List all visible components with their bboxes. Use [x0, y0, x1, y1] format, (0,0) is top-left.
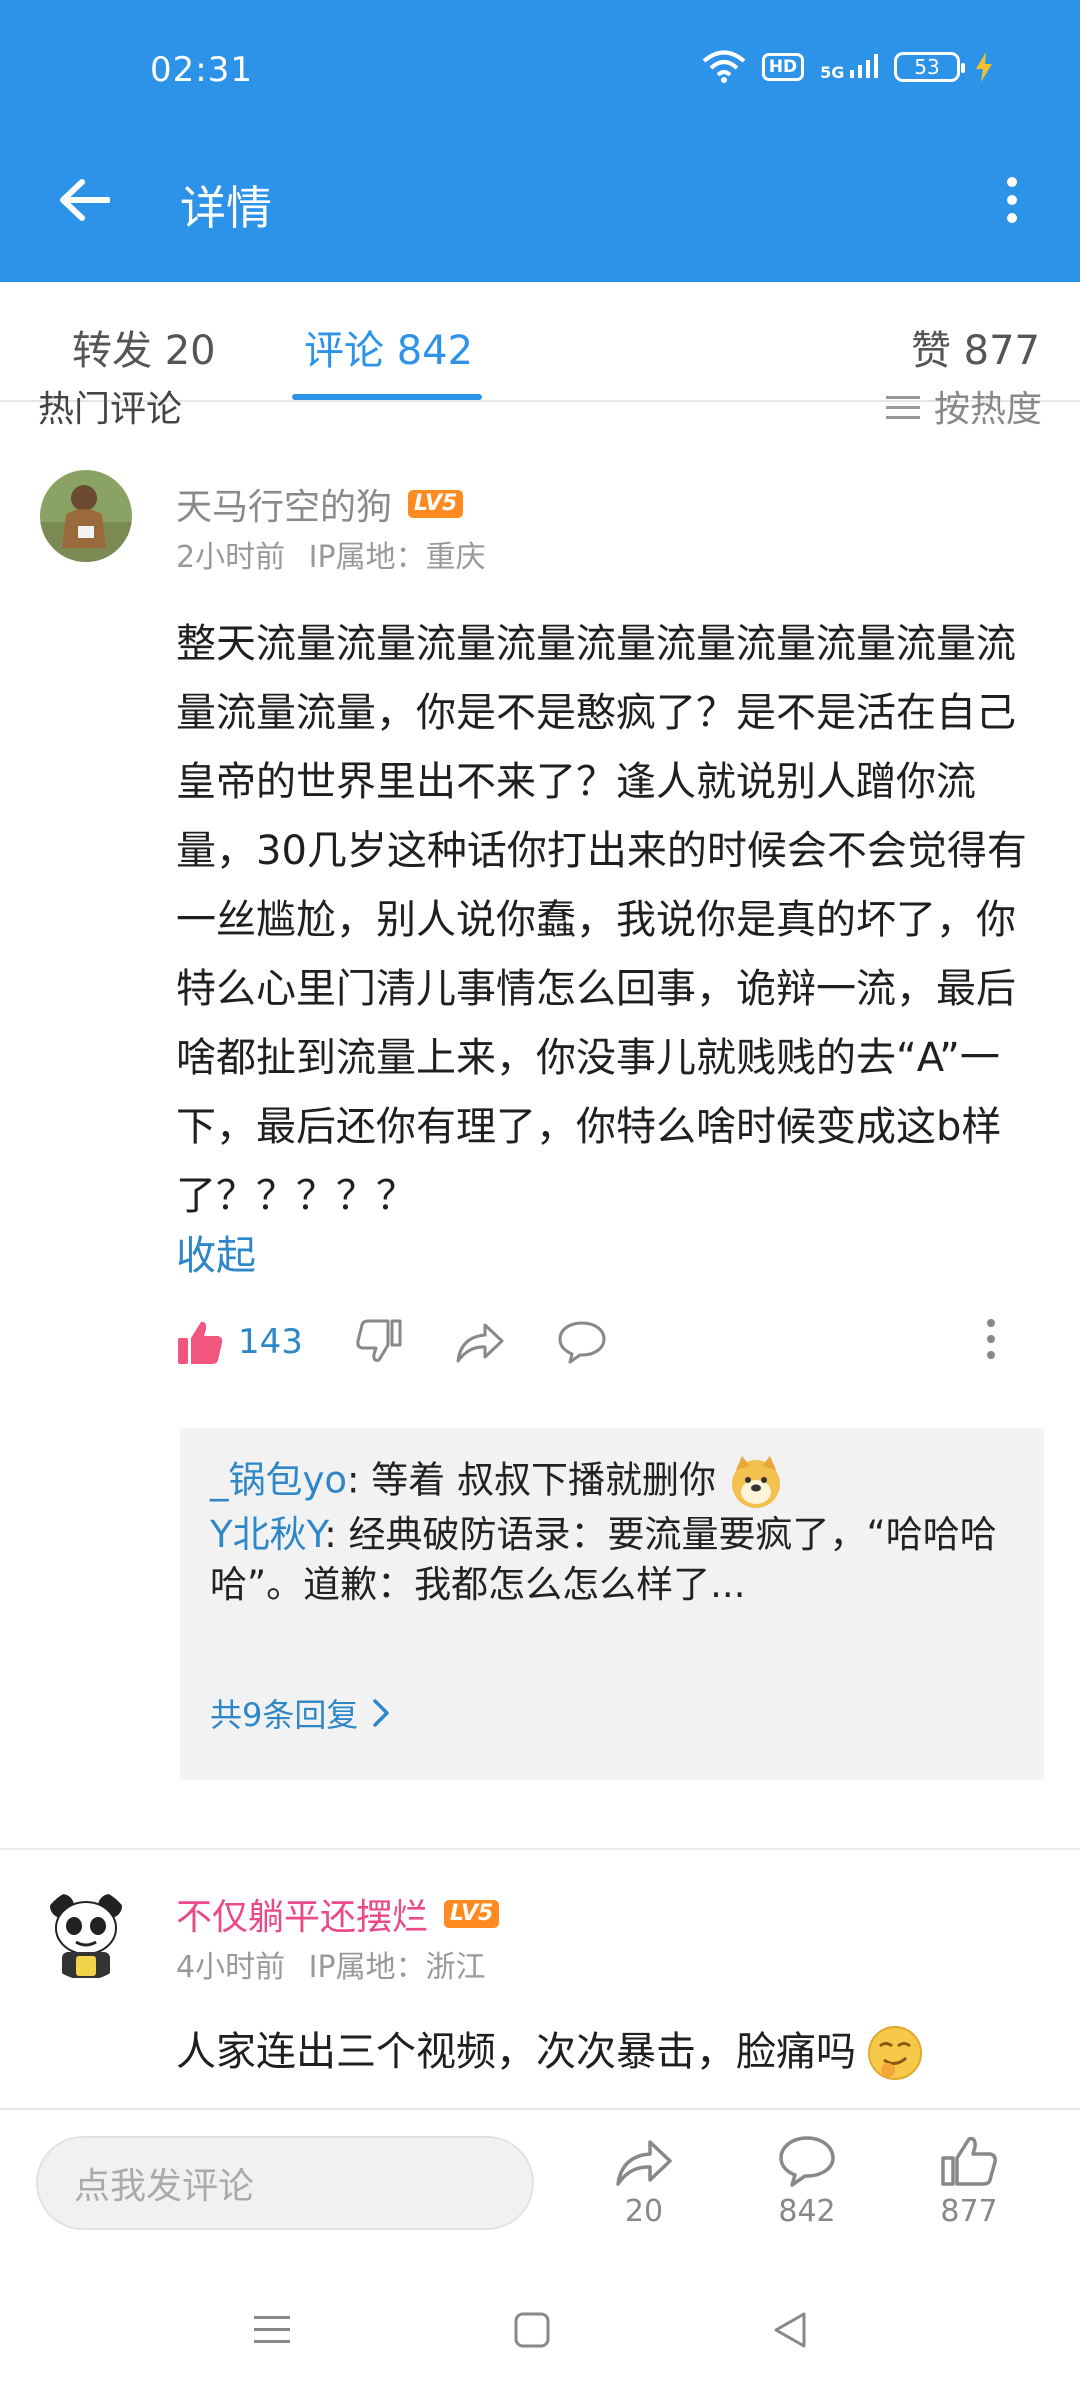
- level-badge: LV5: [444, 1900, 500, 1928]
- more-vertical-icon: [1007, 177, 1017, 223]
- nav-back-button[interactable]: [760, 2302, 820, 2358]
- comment-time: 4小时前: [176, 1950, 286, 1985]
- comment-body: 整天流量流量流量流量流量流量流量流量流量流量流量流量，你是不是憨疯了？是不是活在…: [176, 621, 1027, 1219]
- hot-comments-title: 热门评论: [38, 389, 183, 430]
- system-nav-bar: [0, 2258, 1080, 2400]
- tab-forward[interactable]: 转发 20: [72, 318, 216, 376]
- comment-meta: 2小时前 IP属地：重庆: [176, 532, 486, 576]
- smirk-emoji-icon: [868, 2025, 922, 2080]
- menu-icon: [254, 2316, 290, 2343]
- more-options-button[interactable]: [992, 168, 1032, 232]
- reply-text: : 等着 叔叔下播就删你: [347, 1458, 717, 1502]
- comment-more-button[interactable]: [986, 1318, 996, 1364]
- tab-comments[interactable]: 评论 842: [304, 318, 473, 376]
- level-badge: LV5: [408, 490, 464, 518]
- comment-count: 842: [778, 2194, 836, 2229]
- like-post-count: 877: [940, 2194, 998, 2229]
- sort-toggle[interactable]: 按热度: [885, 380, 1042, 432]
- like-button[interactable]: 143: [176, 1318, 303, 1366]
- avatar[interactable]: [40, 470, 132, 562]
- reply-username[interactable]: Y北秋Y: [210, 1513, 324, 1556]
- avatar-image: [40, 470, 132, 562]
- dislike-button[interactable]: [355, 1318, 403, 1366]
- reply-username[interactable]: _锅包yo: [210, 1459, 347, 1502]
- hd-badge: HD: [761, 53, 805, 81]
- share-icon: [456, 1323, 504, 1363]
- more-vertical-icon: [987, 1319, 995, 1359]
- battery-level: 53: [914, 55, 940, 79]
- avatar-image: [50, 1894, 122, 1978]
- sort-icon: [885, 396, 920, 419]
- bottom-action-bar: 点我发评论 20 842 877: [0, 2108, 1080, 2258]
- comment-divider: [0, 1848, 1080, 1850]
- nav-home-button[interactable]: [502, 2302, 562, 2358]
- comment-username-row: 天马行空的狗 LV5: [176, 478, 464, 530]
- comment-username-row: 不仅躺平还摆烂 LV5: [176, 1888, 500, 1940]
- comment-text: 人家连出三个视频，次次暴击，脸痛吗: [176, 2029, 856, 2075]
- reply-total: 共9条回复: [210, 1696, 359, 1734]
- nav-menu-button[interactable]: [242, 2302, 302, 2358]
- comment-meta: 4小时前 IP属地：浙江: [176, 1942, 486, 1986]
- network-type: 5G: [820, 62, 845, 82]
- comment-actions: 143: [176, 1312, 996, 1372]
- reply-text: : 经典破防语录：要流量要疯了，“哈哈哈哈”。道歉：我都怎么怎么样了...: [210, 1513, 997, 1606]
- comment-input-placeholder: 点我发评论: [74, 2166, 255, 2207]
- thumbs-down-icon: [356, 1319, 402, 1362]
- page-title: 详情: [180, 181, 272, 235]
- sort-label: 按热度: [933, 389, 1042, 430]
- collapse-link[interactable]: 收起: [176, 1223, 256, 1281]
- view-all-replies-link[interactable]: 共9条回复: [210, 1690, 390, 1736]
- app-bar: 02:31 HD 5G 53 详情: [0, 0, 1080, 282]
- reply-preview-box[interactable]: _锅包yo: 等着 叔叔下播就删你 Y北秋Y: 经典破防语录：要流量要疯了，“哈…: [180, 1428, 1044, 1780]
- comment-input[interactable]: 点我发评论: [36, 2136, 534, 2230]
- doge-emoji-icon: [731, 1456, 780, 1508]
- comment-button[interactable]: 842: [757, 2134, 857, 2229]
- comment-username[interactable]: 天马行空的狗: [176, 478, 392, 530]
- reply-button[interactable]: [557, 1319, 607, 1365]
- back-button[interactable]: [52, 168, 116, 232]
- signal-indicator: 5G: [820, 53, 878, 82]
- forward-count: 20: [624, 2194, 664, 2229]
- status-icons: HD 5G 53: [702, 50, 992, 84]
- tab-likes[interactable]: 赞 877: [911, 318, 1040, 376]
- comment-bubble-icon: [558, 1321, 606, 1364]
- comment-username[interactable]: 不仅躺平还摆烂: [176, 1888, 428, 1940]
- comment-item: 不仅躺平还摆烂 LV5 4小时前 IP属地：浙江 人家连出三个视频，次次暴击，脸…: [0, 1888, 1080, 2108]
- share-icon: [616, 2140, 672, 2186]
- comment-ip: IP属地：重庆: [308, 540, 486, 575]
- avatar[interactable]: [40, 1888, 132, 1980]
- charging-icon: [976, 52, 992, 82]
- wifi-icon: [702, 50, 746, 83]
- comment-bubble-icon: [779, 2136, 835, 2187]
- comment-ip: IP属地：浙江: [308, 1950, 486, 1985]
- comment-time: 2小时前: [176, 540, 286, 575]
- back-triangle-icon: [774, 2312, 806, 2348]
- comment-item: 天马行空的狗 LV5 2小时前 IP属地：重庆 整天流量流量流量流量流量流量流量…: [0, 470, 1080, 1780]
- like-count: 143: [238, 1322, 303, 1362]
- back-arrow-icon: [60, 179, 110, 221]
- home-square-icon: [514, 2312, 550, 2348]
- comment-body: 人家连出三个视频，次次暴击，脸痛吗: [176, 2018, 1036, 2087]
- thumbs-up-icon: [178, 1321, 223, 1364]
- like-post-button[interactable]: 877: [919, 2134, 1019, 2229]
- battery-indicator: 53: [894, 52, 965, 82]
- share-button[interactable]: [455, 1319, 505, 1365]
- chevron-right-icon: [373, 1699, 390, 1727]
- thumbs-up-icon: [941, 2136, 997, 2186]
- reply-item: Y北秋Y: 经典破防语录：要流量要疯了，“哈哈哈哈”。道歉：我都怎么怎么样了..…: [210, 1510, 1030, 1612]
- section-header: 热门评论 按热度: [38, 378, 1042, 434]
- forward-button[interactable]: 20: [594, 2134, 694, 2229]
- signal-icon: [850, 53, 878, 78]
- status-time: 02:31: [150, 50, 253, 90]
- reply-item: _锅包yo: 等着 叔叔下播就删你: [210, 1454, 1030, 1510]
